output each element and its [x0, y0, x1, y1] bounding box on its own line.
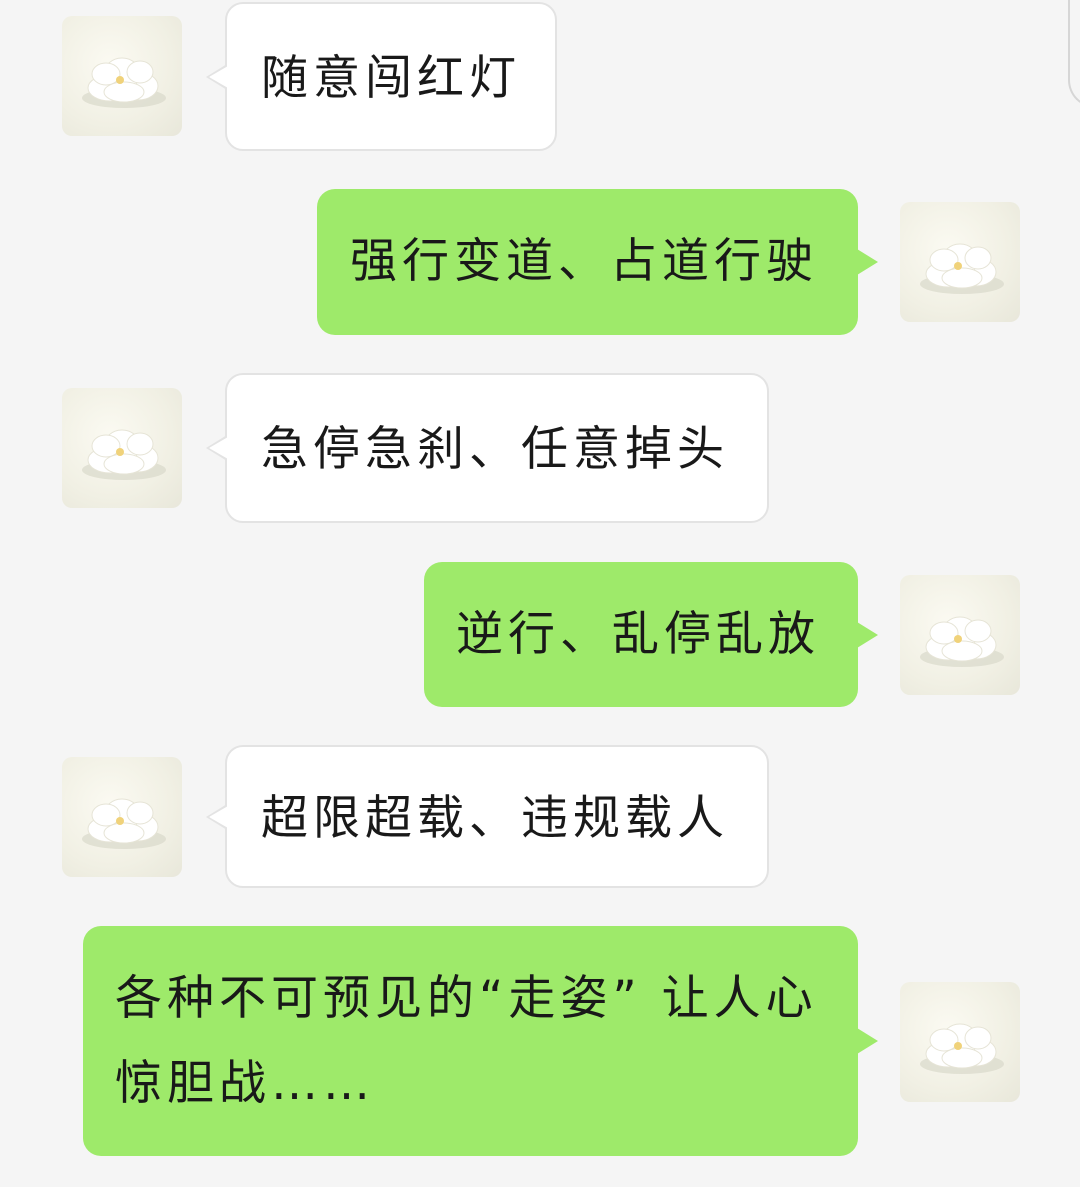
contact-avatar[interactable]	[62, 757, 182, 877]
message-text: 逆行、乱停乱放	[456, 607, 820, 662]
message-bubble-incoming[interactable]: 超限超载、违规载人	[206, 745, 769, 888]
message-bubble-incoming[interactable]: 急停急刹、任意掉头	[206, 373, 769, 523]
message-text: 随意闯红灯	[261, 51, 521, 106]
message-bubble-incoming[interactable]: 随意闯红灯	[206, 2, 557, 151]
message-text: 强行变道、占道行驶	[350, 234, 818, 289]
flower-avatar-icon	[82, 798, 166, 849]
message-text: 急停急刹、任意掉头	[261, 422, 729, 477]
message-bubble-outgoing[interactable]: 强行变道、占道行驶	[317, 189, 878, 335]
message-bubble-outgoing[interactable]: 逆行、乱停乱放	[424, 562, 878, 707]
message-bubble-outgoing[interactable]: 各种不可预见的“走姿” 让人心惊胆战……	[83, 926, 878, 1156]
user-avatar[interactable]	[900, 202, 1020, 322]
user-avatar[interactable]	[900, 575, 1020, 695]
user-avatar[interactable]	[900, 982, 1020, 1102]
flower-avatar-icon	[920, 243, 1004, 294]
contact-avatar[interactable]	[62, 388, 182, 508]
flower-avatar-icon	[82, 429, 166, 480]
flower-avatar-icon	[920, 1023, 1004, 1074]
message-text: 各种不可预见的“走姿” 让人心惊胆战……	[115, 971, 818, 1111]
message-text: 超限超载、违规载人	[261, 791, 729, 846]
screen-edge-curve	[1068, 0, 1080, 108]
flower-avatar-icon	[82, 57, 166, 108]
contact-avatar[interactable]	[62, 16, 182, 136]
flower-avatar-icon	[920, 616, 1004, 667]
